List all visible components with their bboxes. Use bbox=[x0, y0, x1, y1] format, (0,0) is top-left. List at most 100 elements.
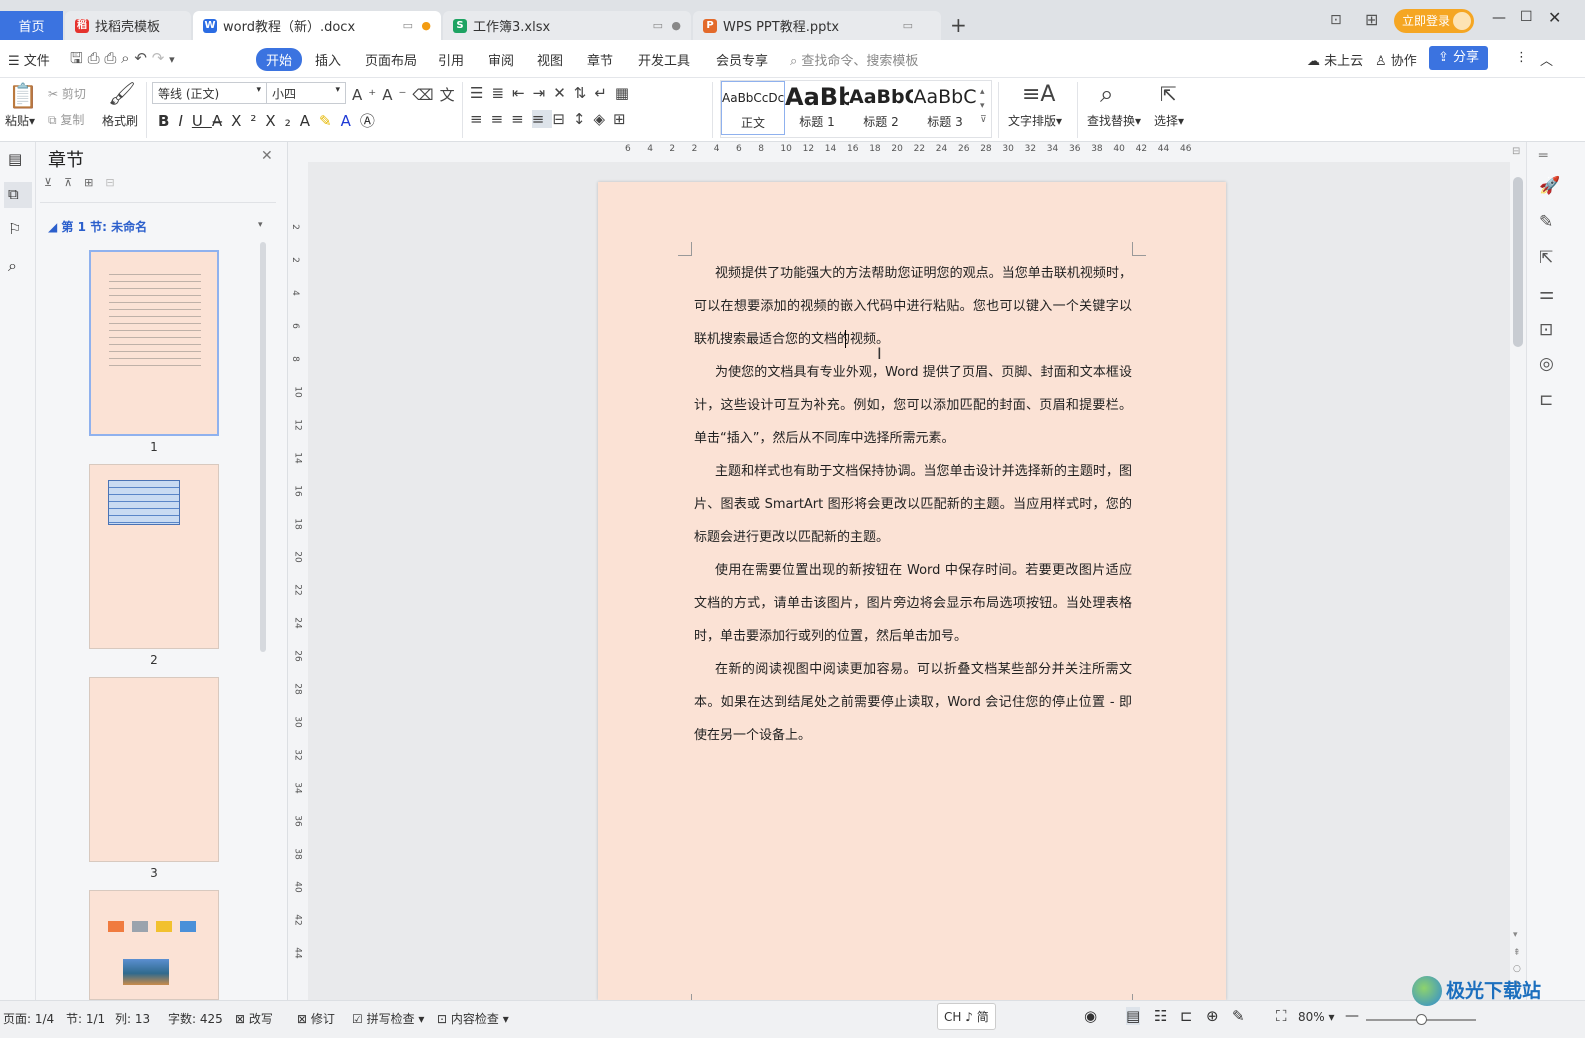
sort-icon[interactable]: ⇅ bbox=[574, 84, 595, 102]
copy-button[interactable]: ⧉ 复制 bbox=[48, 111, 84, 128]
align-left-icon[interactable]: ≡ bbox=[470, 110, 491, 128]
vertical-scrollbar[interactable]: ⊟ ▾ ⇞ ○ ⇟ bbox=[1510, 142, 1526, 1000]
globe-icon[interactable]: ◎ bbox=[1539, 354, 1554, 374]
clear-format-icon[interactable]: ⌫ bbox=[412, 86, 439, 104]
close-dot-icon[interactable]: ● bbox=[671, 19, 681, 32]
layout-icon[interactable]: ⊡ bbox=[1330, 12, 1342, 28]
subscript-icon[interactable]: X₂ bbox=[265, 112, 299, 130]
styles-scroll-icon[interactable]: ▴ ▾ ⊽ bbox=[980, 85, 987, 127]
word-count[interactable]: 字数: 425 bbox=[168, 1010, 223, 1027]
redo-icon[interactable]: ↷ bbox=[152, 49, 165, 67]
ime-indicator[interactable]: CH ♪ 简 bbox=[937, 1003, 996, 1030]
cursor-icon[interactable]: ⇱ bbox=[1160, 82, 1177, 106]
expand-icon[interactable]: ⊻ bbox=[44, 176, 64, 189]
bullet-list-icon[interactable]: ☰ bbox=[470, 84, 491, 102]
tab-home-ribbon[interactable]: 开始 bbox=[256, 48, 303, 71]
close-window-icon[interactable]: ✕ bbox=[1548, 8, 1561, 27]
page-thumbnail-4[interactable] bbox=[89, 890, 219, 1000]
body-paragraph[interactable]: 在新的阅读视图中阅读更加容易。可以折叠文档某些部分并关注所需文本。如果在达到结尾… bbox=[694, 653, 1132, 752]
text-layout-button[interactable]: 文字排版▾ bbox=[1008, 112, 1062, 129]
horizontal-ruler[interactable]: 6 4 2 2 4 6 8 10 12 14 16 18 20 22 24 26 28 30 32 34 36 38 40 4… bbox=[288, 142, 1510, 162]
search-icon[interactable]: ⌕ bbox=[8, 256, 17, 276]
justify-icon[interactable]: ≡ bbox=[531, 110, 553, 128]
underline-icon[interactable]: U bbox=[192, 112, 212, 130]
table-draw-icon[interactable]: ▦ bbox=[615, 84, 637, 102]
numbered-list-icon[interactable]: ≣ bbox=[491, 84, 512, 102]
page-thumbnail-2[interactable] bbox=[89, 464, 219, 649]
body-paragraph[interactable]: 为使您的文档具有专业外观，Word 提供了页眉、页脚、封面和文本框设计，这些设计… bbox=[694, 356, 1132, 455]
print-icon[interactable]: ⎙ bbox=[104, 49, 116, 67]
split-icon[interactable]: ⊟ bbox=[1512, 146, 1520, 157]
translate-icon[interactable]: ⊡ bbox=[1539, 320, 1553, 340]
maximize-icon[interactable]: ☐ bbox=[1520, 9, 1533, 25]
eye-protect-icon[interactable]: ◉ bbox=[1084, 1007, 1097, 1025]
file-menu[interactable]: ☰ 文件 bbox=[8, 50, 50, 69]
section-item[interactable]: ◢ 第 1 节: 未命名 bbox=[48, 218, 147, 235]
style-normal[interactable]: AaBbCcDc 正文 bbox=[721, 81, 785, 135]
outline-icon[interactable]: ▤ bbox=[8, 150, 22, 168]
tab-references[interactable]: 引用 bbox=[438, 50, 464, 69]
section-menu-icon[interactable]: ▾ bbox=[258, 220, 263, 230]
font-color-icon[interactable]: A bbox=[341, 112, 360, 130]
format-painter-button[interactable]: 格式刷 bbox=[102, 112, 138, 129]
tab-daoke-templates[interactable]: 稻 找稻壳模板 bbox=[65, 11, 191, 40]
tab-home[interactable]: 首页 bbox=[0, 11, 63, 40]
style-heading-1[interactable]: AaBb 标题 1 bbox=[785, 81, 849, 135]
zoom-slider[interactable] bbox=[1366, 1014, 1476, 1025]
scroll-thumb[interactable] bbox=[1513, 177, 1523, 347]
sliders-icon[interactable]: ⚌ bbox=[1539, 284, 1554, 304]
prev-page-icon[interactable]: ⇞ bbox=[1513, 948, 1521, 958]
new-tab-button[interactable]: + bbox=[950, 13, 967, 37]
bold-icon[interactable]: B bbox=[158, 112, 178, 130]
text-layout-icon[interactable]: ≡A bbox=[1022, 82, 1055, 107]
pen-icon[interactable]: ✎ bbox=[1539, 212, 1553, 232]
page-view-icon[interactable]: ▤ bbox=[1126, 1007, 1141, 1025]
zoom-out-icon[interactable]: — bbox=[1345, 1008, 1359, 1024]
pointer-icon[interactable]: ⇱ bbox=[1539, 248, 1553, 268]
window-icon[interactable]: ▭ bbox=[653, 19, 663, 32]
more-icon[interactable]: ⋮ bbox=[1515, 50, 1528, 65]
tab-ppt[interactable]: P WPS PPT教程.pptx ▭ bbox=[693, 11, 941, 40]
web-view-icon[interactable]: ⊕ bbox=[1206, 1007, 1219, 1025]
borders-icon[interactable]: ⊞ bbox=[613, 110, 634, 128]
strikethrough-icon[interactable]: A̶ bbox=[212, 112, 231, 130]
spell-check-toggle[interactable]: ☑ 拼写检查 ▾ bbox=[352, 1010, 424, 1027]
save-icon[interactable]: 🖫 bbox=[70, 49, 83, 67]
superscript-icon[interactable]: X² bbox=[231, 112, 265, 130]
tab-chapter[interactable]: 章节 bbox=[587, 50, 613, 69]
login-button[interactable]: 立即登录 bbox=[1394, 9, 1474, 33]
style-heading-2[interactable]: AaBbC 标题 2 bbox=[849, 81, 913, 135]
scroll-down-icon[interactable]: ▾ bbox=[1513, 930, 1518, 940]
tab-excel[interactable]: S 工作簿3.xlsx ▭ ● bbox=[443, 11, 691, 40]
body-paragraph[interactable]: 主题和样式也有助于文档保持协调。当您单击设计并选择新的主题时，图片、图表或 Sm… bbox=[694, 455, 1132, 554]
tab-developer[interactable]: 开发工具 bbox=[638, 50, 690, 69]
distribute-icon[interactable]: ⊟ bbox=[552, 110, 573, 128]
document-page[interactable]: 视频提供了功能强大的方法帮助您证明您的观点。当您单击联机视频时，可以在想要添加的… bbox=[598, 182, 1226, 1002]
page-indicator[interactable]: 页面: 1/4 bbox=[3, 1010, 54, 1027]
fit-page-icon[interactable]: ⛶ bbox=[1276, 1007, 1287, 1025]
undo-icon[interactable]: ↶ bbox=[134, 49, 147, 67]
body-paragraph[interactable]: 使用在需要位置出现的新按钮在 Word 中保存时间。若要更改图片适应文档的方式，… bbox=[694, 554, 1132, 653]
window-icon[interactable]: ▭ bbox=[403, 19, 413, 32]
font-size-select[interactable]: 小四 ▾ bbox=[266, 82, 346, 104]
shrink-font-icon[interactable]: A⁻ bbox=[382, 86, 412, 104]
chapter-nav-icon[interactable]: ⧉ bbox=[4, 182, 32, 208]
delete-section-icon[interactable]: ⊟ bbox=[105, 176, 126, 189]
magnifier-icon[interactable]: ⌕ bbox=[1100, 80, 1113, 108]
page-thumbnail-3[interactable] bbox=[89, 677, 219, 862]
tab-insert[interactable]: 插入 bbox=[315, 50, 341, 69]
line-spacing-icon[interactable]: ↕ bbox=[573, 110, 594, 128]
panel-scrollbar[interactable] bbox=[260, 242, 266, 652]
reader-icon[interactable]: ⊏ bbox=[1539, 390, 1553, 410]
tab-member[interactable]: 会员专享 bbox=[716, 50, 768, 69]
show-marks-icon[interactable]: ↵ bbox=[594, 84, 615, 102]
bookmark-icon[interactable]: ⚐ bbox=[8, 220, 21, 238]
minimize-icon[interactable]: — bbox=[1492, 10, 1506, 26]
increase-indent-icon[interactable]: ⇥ bbox=[533, 84, 554, 102]
decrease-indent-icon[interactable]: ⇤ bbox=[512, 84, 533, 102]
tab-page-layout[interactable]: 页面布局 bbox=[365, 50, 417, 69]
zoom-select[interactable]: 80% ▾ bbox=[1298, 1010, 1335, 1024]
cut-button[interactable]: ✂ 剪切 bbox=[48, 85, 86, 102]
apps-grid-icon[interactable]: ⊞ bbox=[1365, 10, 1378, 29]
customize-icon[interactable]: ▾ bbox=[169, 53, 175, 66]
